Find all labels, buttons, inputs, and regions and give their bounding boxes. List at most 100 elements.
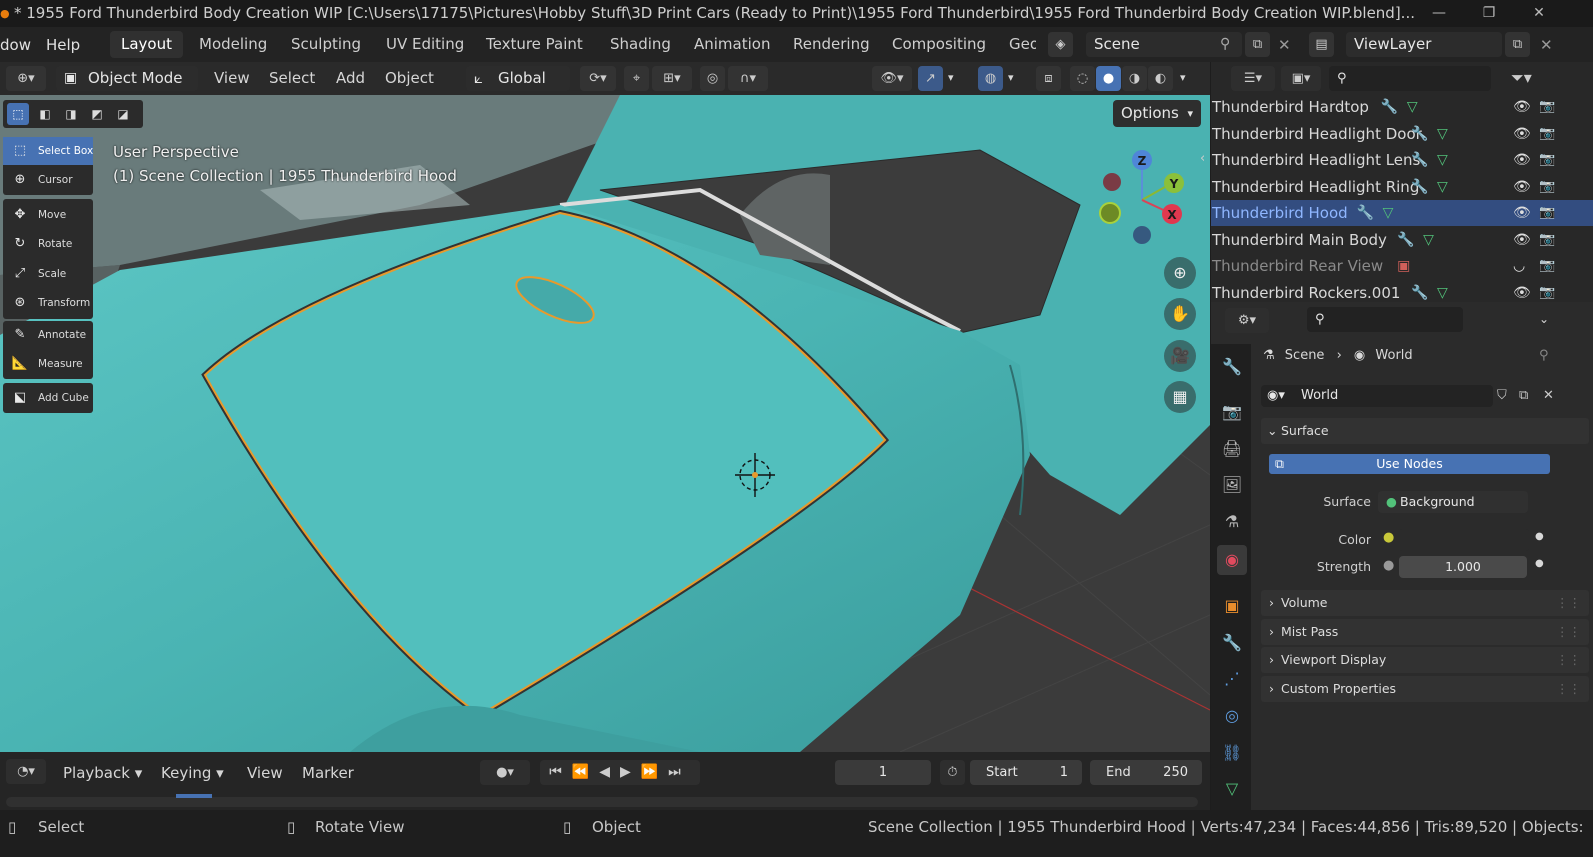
outliner-item[interactable]: Thunderbird Headlight Ring 🔧 ▽ 👁 📷 bbox=[1211, 174, 1593, 200]
mesh-data-icon[interactable]: ▽ bbox=[1423, 227, 1434, 253]
mesh-data-icon[interactable]: ▽ bbox=[1437, 280, 1448, 303]
shading-dropdown-icon[interactable]: ▾ bbox=[1180, 71, 1186, 84]
tab-modeling[interactable]: Modeling bbox=[188, 31, 278, 58]
tool-measure[interactable]: 📐 Measure bbox=[3, 350, 93, 378]
menu-keying[interactable]: Keying ▾ bbox=[161, 761, 224, 786]
outliner-item[interactable]: Thunderbird Main Body 🔧 ▽ 👁 📷 bbox=[1211, 227, 1593, 253]
mesh-data-icon[interactable]: ▽ bbox=[1437, 147, 1448, 173]
mode-dropdown[interactable]: ▣ Object Mode bbox=[56, 66, 198, 91]
render-camera-icon[interactable]: 📷 bbox=[1539, 280, 1555, 303]
render-camera-icon[interactable]: 📷 bbox=[1539, 121, 1555, 147]
world-datablock-field[interactable]: ◉▾ World bbox=[1261, 385, 1493, 407]
gizmo-dropdown-icon[interactable]: ▾ bbox=[948, 71, 954, 84]
tool-cursor[interactable]: ⊕ Cursor bbox=[3, 166, 93, 194]
strength-field[interactable]: 1.000 bbox=[1399, 556, 1527, 578]
drag-handle-icon[interactable]: ⋮⋮ bbox=[1556, 590, 1581, 616]
delete-view-layer-icon[interactable]: ✕ bbox=[1540, 36, 1553, 54]
overlays-dropdown-icon[interactable]: ▾ bbox=[1008, 71, 1014, 84]
constraints-tab-icon[interactable]: ⛓ bbox=[1217, 738, 1247, 768]
new-scene-icon[interactable]: ⧉ bbox=[1245, 32, 1270, 57]
unlink-world-icon[interactable]: ✕ bbox=[1543, 388, 1554, 403]
editor-type-icon[interactable]: ⊕▾ bbox=[6, 66, 46, 91]
modifier-icon[interactable]: 🔧 bbox=[1381, 94, 1398, 120]
render-camera-icon[interactable]: 📷 bbox=[1539, 227, 1555, 253]
tool-move[interactable]: ✥ Move bbox=[3, 201, 93, 229]
falloff-icon[interactable]: ∩▾ bbox=[728, 66, 768, 91]
eye-icon[interactable]: 👁 bbox=[1513, 94, 1531, 120]
mesh-data-icon[interactable]: ▽ bbox=[1437, 121, 1448, 147]
modifier-icon[interactable]: 🔧 bbox=[1411, 280, 1428, 303]
overlays-toggle-icon[interactable]: ◍ bbox=[978, 66, 1003, 91]
tab-rendering[interactable]: Rendering bbox=[782, 31, 881, 58]
tab-compositing[interactable]: Compositing bbox=[881, 31, 997, 58]
outliner-item[interactable]: Thunderbird Rockers.001 🔧 ▽ 👁 📷 bbox=[1211, 280, 1593, 303]
mesh-data-icon[interactable]: ▽ bbox=[1437, 174, 1448, 200]
mesh-data-icon[interactable]: ▽ bbox=[1407, 94, 1418, 120]
filter-icon[interactable]: ⏷▾ bbox=[1511, 68, 1532, 88]
render-camera-icon[interactable]: 📷 bbox=[1539, 94, 1555, 120]
keyframe-dot-icon[interactable]: ● bbox=[1535, 558, 1544, 569]
maximize-button[interactable]: ❐ bbox=[1466, 0, 1512, 27]
zoom-icon[interactable]: ⊕ bbox=[1164, 257, 1196, 289]
menu-window[interactable]: dow bbox=[0, 36, 31, 54]
tool-transform[interactable]: ⊛ Transform bbox=[3, 289, 93, 317]
current-frame-field[interactable]: 1 bbox=[835, 760, 931, 785]
color-swatch[interactable] bbox=[1399, 529, 1529, 551]
menu-timeline-view[interactable]: View bbox=[247, 761, 283, 786]
select-new-icon[interactable]: ⬚ bbox=[7, 103, 29, 125]
select-invert-icon[interactable]: ◩ bbox=[86, 103, 108, 125]
menu-playback[interactable]: Playback ▾ bbox=[63, 761, 142, 786]
view-layer-tab-icon[interactable]: 🖼 bbox=[1217, 470, 1247, 500]
eye-icon[interactable]: 👁 bbox=[1513, 174, 1531, 200]
pivot-point-icon[interactable]: ⟳▾ bbox=[580, 66, 616, 91]
menu-view[interactable]: View bbox=[214, 66, 250, 91]
tab-animation[interactable]: Animation bbox=[683, 31, 781, 58]
menu-select[interactable]: Select bbox=[269, 66, 315, 91]
snap-icon[interactable]: ⌖ bbox=[624, 66, 649, 91]
outliner-search-input[interactable]: ⚲ bbox=[1329, 66, 1491, 91]
start-frame-field[interactable]: Start 1 bbox=[970, 760, 1082, 785]
options-dropdown[interactable]: Options ▾ bbox=[1113, 100, 1201, 127]
duplicate-world-icon[interactable]: ⧉ bbox=[1519, 388, 1528, 403]
modifier-icon[interactable]: 🔧 bbox=[1357, 200, 1374, 226]
outliner-item[interactable]: Thunderbird Headlight Lens 🔧 ▽ 👁 📷 bbox=[1211, 147, 1593, 173]
pan-hand-icon[interactable]: ✋ bbox=[1164, 298, 1196, 330]
outliner-item[interactable]: Thunderbird Headlight Door 🔧 ▽ 👁 📷 bbox=[1211, 121, 1593, 147]
surface-shader-field[interactable]: ● Background bbox=[1378, 491, 1528, 513]
tool-annotate[interactable]: ✎ Annotate bbox=[3, 321, 93, 349]
proportional-editing-icon[interactable]: ◎ bbox=[700, 66, 725, 91]
view-layer-icon[interactable]: ▤ bbox=[1309, 32, 1334, 57]
scene-field[interactable]: Scene bbox=[1086, 32, 1242, 57]
timeline-scrollbar[interactable] bbox=[6, 794, 1198, 807]
mesh-data-icon[interactable]: ▽ bbox=[1383, 200, 1394, 226]
menu-add[interactable]: Add bbox=[336, 66, 365, 91]
navigation-gizmo[interactable]: Z Y X bbox=[1092, 145, 1192, 245]
auto-keying-icon[interactable]: ●▾ bbox=[480, 760, 530, 785]
panel-header[interactable]: › Viewport Display ⋮⋮ bbox=[1261, 647, 1589, 673]
camera-view-icon[interactable]: 🎥 bbox=[1164, 340, 1196, 372]
pin-icon[interactable]: ⚲ bbox=[1220, 36, 1230, 52]
snap-target-icon[interactable]: ⊞▾ bbox=[652, 66, 692, 91]
tool-rotate[interactable]: ↻ Rotate bbox=[3, 230, 93, 258]
render-camera-icon[interactable]: 📷 bbox=[1539, 174, 1555, 200]
select-extend-icon[interactable]: ◧ bbox=[34, 103, 56, 125]
modifier-icon[interactable]: 🔧 bbox=[1411, 121, 1428, 147]
playback-controls[interactable]: ⏮⏪◀▶⏩⏭ bbox=[540, 760, 700, 785]
modifier-icon[interactable]: 🔧 bbox=[1397, 227, 1414, 253]
solid-shading-icon[interactable]: ● bbox=[1096, 66, 1121, 91]
wireframe-shading-icon[interactable]: ◌ bbox=[1070, 66, 1095, 91]
new-view-layer-icon[interactable]: ⧉ bbox=[1505, 32, 1530, 57]
menu-help[interactable]: Help bbox=[46, 36, 80, 54]
scene-selector-icon[interactable]: ◈ bbox=[1048, 32, 1073, 57]
eye-icon[interactable]: 👁 bbox=[1513, 147, 1531, 173]
menu-object[interactable]: Object bbox=[385, 66, 434, 91]
drag-handle-icon[interactable]: ⋮⋮ bbox=[1556, 647, 1581, 673]
tab-texture-paint[interactable]: Texture Paint bbox=[475, 31, 594, 58]
eye-icon[interactable]: 👁 bbox=[1513, 200, 1531, 226]
strength-socket-icon[interactable]: ● bbox=[1383, 558, 1394, 573]
tool-scale[interactable]: ⤢ Scale bbox=[3, 260, 93, 288]
select-subtract-icon[interactable]: ◨ bbox=[60, 103, 82, 125]
tab-layout[interactable]: Layout bbox=[110, 31, 183, 58]
delete-scene-icon[interactable]: ✕ bbox=[1278, 36, 1291, 54]
tool-select-box[interactable]: ⬚ Select Box bbox=[3, 137, 93, 165]
